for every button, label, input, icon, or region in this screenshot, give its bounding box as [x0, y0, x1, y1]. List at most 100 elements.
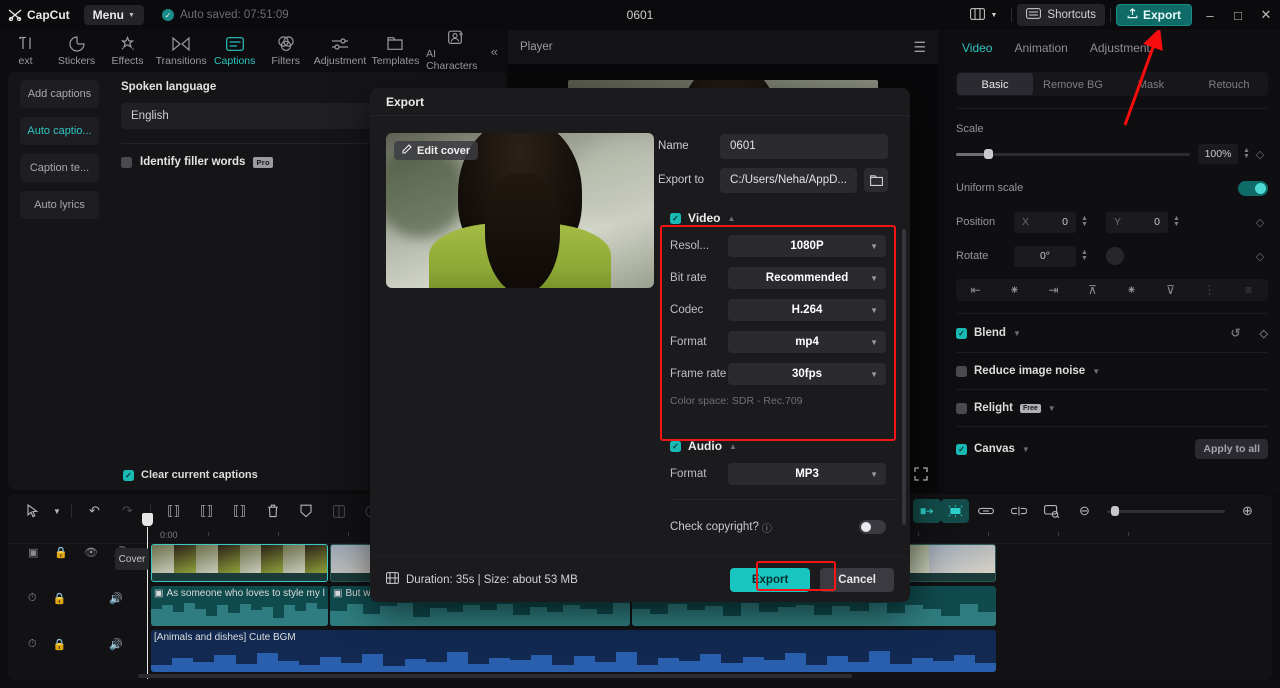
tab-captions[interactable]: Captions [209, 30, 260, 72]
copyright-toggle[interactable] [859, 520, 886, 534]
framerate-select[interactable]: 30fps ▼ [728, 363, 886, 385]
sidebar-item-caption-templates[interactable]: Caption te... [20, 154, 99, 182]
edit-cover-button[interactable]: Edit cover [394, 141, 479, 160]
auto-cut-icon[interactable] [913, 499, 941, 523]
scale-keyframe-diamond-icon[interactable]: ◇ [1252, 148, 1268, 161]
speed-icon[interactable]: ⏱ [28, 638, 37, 651]
tab-adjustment[interactable]: Adjustment [1090, 41, 1150, 55]
chevron-down-icon[interactable]: ▼ [1048, 404, 1056, 413]
select-arrow-icon[interactable] [16, 499, 49, 523]
audio-format-select[interactable]: MP3 ▼ [728, 463, 886, 485]
close-button[interactable]: ✕ [1252, 0, 1280, 30]
redo-icon[interactable]: ↷ [111, 499, 144, 523]
export-settings-scrollbar[interactable] [902, 229, 906, 525]
undo-icon[interactable]: ↶ [78, 499, 111, 523]
reduce-noise-checkbox[interactable] [956, 365, 967, 377]
chevron-down-icon[interactable]: ▼ [1092, 367, 1100, 376]
mute-icon[interactable]: 🔊 [109, 638, 123, 651]
timeline-clip-music[interactable]: [Animals and dishes] Cute BGM [151, 630, 996, 672]
align-left-icon[interactable]: ⇤ [956, 283, 995, 297]
tab-adjustment[interactable]: Adjustment [311, 30, 369, 72]
chevron-down-icon[interactable]: ▼ [1022, 445, 1030, 454]
chevron-down-icon[interactable]: ▼ [49, 499, 65, 523]
blend-keyframe-diamond-icon[interactable]: ◇ [1260, 327, 1268, 340]
align-top-icon[interactable]: ⊼ [1073, 283, 1112, 297]
thumbnail-toggle-icon[interactable]: ▣ [28, 546, 38, 559]
blend-row[interactable]: ✓ Blend ▼ ↺ ◇ [944, 326, 1280, 340]
mirror-icon[interactable] [322, 499, 355, 523]
position-x-stepper[interactable]: ▲ ▼ [1079, 213, 1090, 231]
maximize-button[interactable]: □ [1224, 0, 1252, 30]
timeline-horizontal-scrollbar[interactable] [138, 674, 852, 678]
position-y-stepper[interactable]: ▲ ▼ [1171, 213, 1182, 231]
trim-right-icon[interactable]: ⟦⟧ [223, 499, 256, 523]
playhead-handle[interactable] [142, 513, 153, 526]
canvas-checkbox[interactable]: ✓ [956, 443, 967, 455]
position-keyframe-diamond-icon[interactable]: ◇ [1252, 216, 1268, 229]
tab-effects[interactable]: Effects [102, 30, 153, 72]
video-checkbox[interactable]: ✓ [670, 212, 682, 224]
position-x-field[interactable]: X 0 [1014, 211, 1076, 233]
delete-icon[interactable] [256, 499, 289, 523]
timeline-zoom-slider[interactable] [1107, 506, 1225, 516]
reduce-image-noise-row[interactable]: Reduce image noise ▼ [944, 365, 1280, 377]
video-section-header[interactable]: ✓ Video ▲ [670, 211, 886, 225]
mute-icon[interactable]: 🔊 [109, 592, 123, 605]
tab-stickers[interactable]: Stickers [51, 30, 102, 72]
help-circle-icon[interactable]: ⓘ [762, 520, 772, 535]
tab-text[interactable]: ext [0, 30, 51, 72]
zoom-fit-icon[interactable]: ⊕ [1231, 499, 1264, 523]
timeline-clip-audio-1[interactable]: ▣ As someone who loves to style my l [151, 586, 328, 626]
cover-chip[interactable]: Cover [115, 548, 149, 570]
export-to-input[interactable]: C:/Users/Neha/AppD... [720, 167, 857, 193]
resolution-select[interactable]: 1080P ▼ [728, 235, 886, 257]
shortcuts-button[interactable]: Shortcuts [1017, 4, 1105, 26]
tab-animation[interactable]: Animation [1014, 41, 1067, 55]
tab-transitions[interactable]: Transitions [153, 30, 209, 72]
blend-checkbox[interactable]: ✓ [956, 327, 967, 339]
menu-button[interactable]: Menu ▼ [83, 5, 144, 25]
minimize-button[interactable]: – [1196, 0, 1224, 30]
freeze-icon[interactable] [289, 499, 322, 523]
tab-filters[interactable]: Filters [260, 30, 311, 72]
rotate-field[interactable]: 0° [1014, 245, 1076, 267]
timeline-clip-video-1[interactable] [151, 544, 328, 582]
subtab-retouch[interactable]: Retouch [1191, 73, 1267, 95]
preview-icon[interactable] [1035, 499, 1068, 523]
reset-icon[interactable]: ↺ [1230, 326, 1240, 340]
subtab-remove-bg[interactable]: Remove BG [1035, 73, 1111, 95]
scale-value[interactable]: 100% [1198, 144, 1238, 164]
align-middle-v-icon[interactable]: ⁕ [1112, 283, 1151, 297]
chevron-up-icon[interactable]: ▲ [728, 214, 736, 223]
expand-icon[interactable] [914, 467, 928, 484]
subtab-mask[interactable]: Mask [1113, 73, 1189, 95]
rotate-keyframe-diamond-icon[interactable]: ◇ [1252, 250, 1268, 263]
zoom-slider-handle[interactable] [1111, 506, 1119, 516]
lock-icon[interactable]: 🔒 [53, 638, 67, 651]
titlebar-export-button[interactable]: Export [1115, 4, 1192, 26]
align-center-h-icon[interactable]: ⁕ [995, 283, 1034, 297]
layout-button[interactable]: ▼ [961, 4, 1006, 26]
eye-icon[interactable]: 👁 [84, 546, 98, 559]
link-icon[interactable] [969, 499, 1002, 523]
chevron-up-icon[interactable]: ▲ [729, 442, 737, 451]
sidebar-item-auto-captions[interactable]: Auto captio... [20, 117, 99, 145]
filler-words-checkbox[interactable] [121, 156, 132, 168]
trim-left-icon[interactable]: ⟦⟧ [190, 499, 223, 523]
name-input[interactable]: 0601 [720, 133, 888, 159]
unlink-icon[interactable] [1002, 499, 1035, 523]
canvas-row[interactable]: ✓ Canvas ▼ Apply to all [944, 439, 1280, 459]
lock-icon[interactable]: 🔒 [53, 592, 67, 605]
clear-captions-checkbox[interactable]: ✓ [123, 469, 134, 481]
rotate-dial-icon[interactable] [1106, 247, 1124, 265]
subtab-basic[interactable]: Basic [957, 73, 1033, 95]
auto-sync-icon[interactable] [941, 499, 969, 523]
apply-to-all-button[interactable]: Apply to all [1195, 439, 1268, 459]
tab-ai-characters[interactable]: AI Characters [422, 30, 491, 72]
lock-icon[interactable]: 🔒 [54, 546, 68, 559]
align-right-icon[interactable]: ⇥ [1034, 283, 1073, 297]
zoom-out-icon[interactable]: ⊖ [1068, 499, 1101, 523]
speed-icon[interactable]: ⏱ [28, 592, 37, 605]
tab-video[interactable]: Video [962, 41, 992, 55]
position-y-field[interactable]: Y 0 [1106, 211, 1168, 233]
